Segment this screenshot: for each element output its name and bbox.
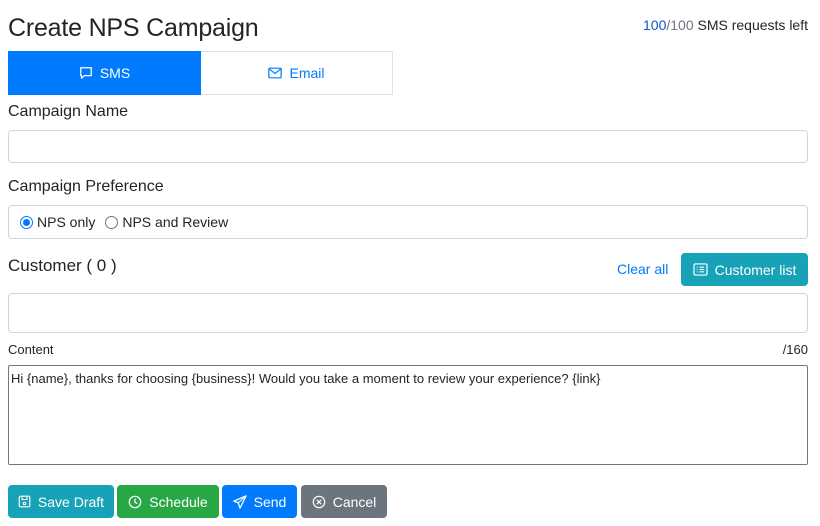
radio-nps-and-review-label: NPS and Review [122, 214, 229, 230]
page-title: Create NPS Campaign [8, 14, 259, 42]
save-icon [18, 495, 31, 508]
content-textarea[interactable]: Hi {name}, thanks for choosing {business… [8, 365, 808, 465]
tab-email[interactable]: Email [201, 51, 393, 95]
radio-nps-only[interactable]: NPS only [20, 214, 95, 230]
close-circle-icon [312, 495, 326, 508]
clock-icon [128, 495, 142, 508]
customer-list-label: Customer list [714, 261, 797, 278]
customer-label: Customer ( 0 ) [8, 256, 117, 275]
character-counter: /160 [782, 342, 808, 357]
radio-nps-only-label: NPS only [37, 214, 96, 230]
clear-all-link[interactable]: Clear all [617, 261, 668, 277]
radio-nps-and-review[interactable]: NPS and Review [105, 214, 228, 230]
envelope-icon [268, 67, 283, 79]
send-button[interactable]: Send [222, 485, 297, 518]
tab-sms-label: SMS [99, 65, 131, 81]
schedule-label: Schedule [149, 493, 208, 510]
customer-input[interactable] [8, 293, 808, 333]
chat-icon [79, 67, 92, 79]
list-icon [693, 263, 708, 276]
quota-suffix: SMS requests left [693, 17, 808, 33]
save-draft-button[interactable]: Save Draft [8, 485, 114, 518]
tab-email-label: Email [289, 65, 325, 81]
customer-list-button[interactable]: Customer list [681, 253, 808, 286]
channel-tabs: SMS Email [8, 51, 393, 95]
campaign-name-label: Campaign Name [8, 103, 129, 120]
save-draft-label: Save Draft [37, 493, 105, 510]
tab-sms[interactable]: SMS [8, 51, 201, 95]
content-label: Content [8, 342, 54, 357]
sms-quota: 100/100 SMS requests left [643, 17, 808, 33]
cancel-label: Cancel [332, 493, 377, 510]
campaign-name-input[interactable] [8, 130, 808, 163]
quota-total: 100 [670, 17, 694, 33]
schedule-button[interactable]: Schedule [117, 485, 219, 518]
campaign-preference-group: NPS only NPS and Review [8, 205, 808, 239]
paper-plane-icon [232, 494, 247, 509]
quota-used: 100 [643, 17, 667, 33]
campaign-preference-label: Campaign Preference [8, 178, 164, 195]
radio-checked-icon[interactable] [20, 215, 33, 229]
send-label: Send [253, 493, 287, 510]
cancel-button[interactable]: Cancel [301, 485, 387, 518]
radio-unchecked-icon[interactable] [105, 215, 119, 229]
